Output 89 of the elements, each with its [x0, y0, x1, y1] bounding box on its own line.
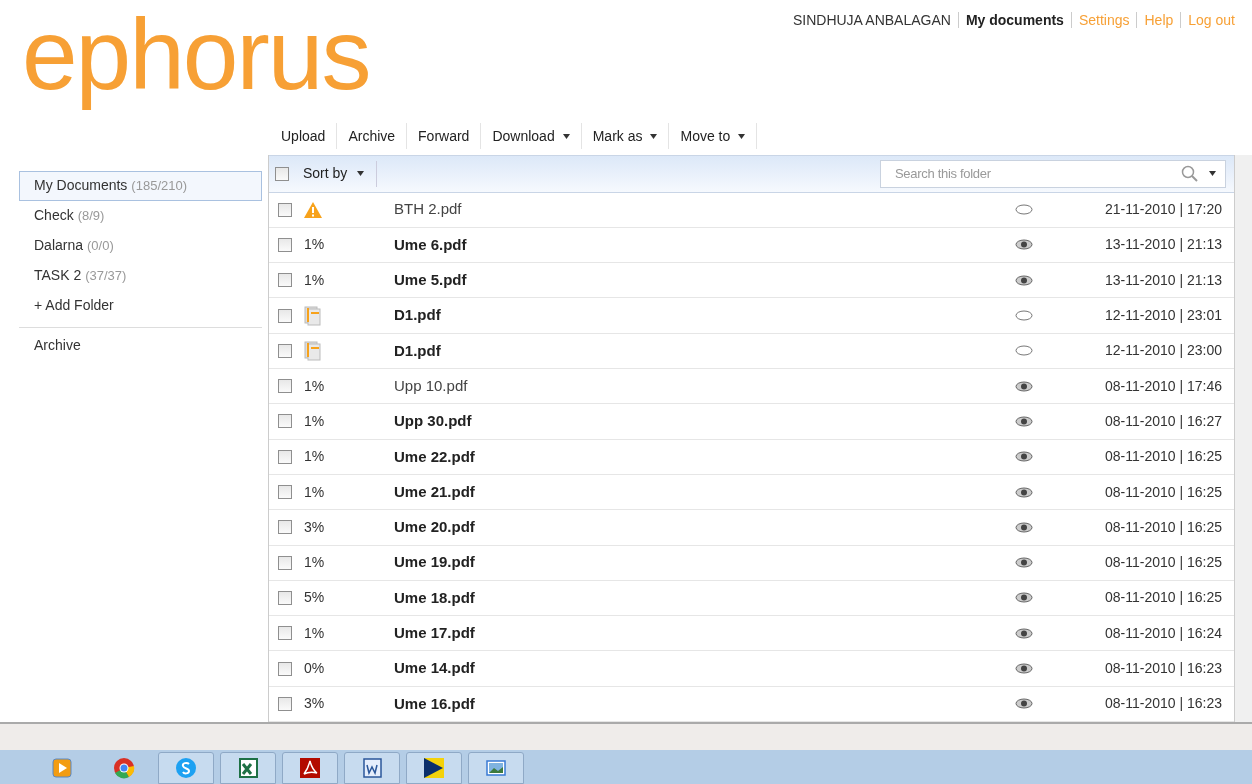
archive-folder[interactable]: Archive [19, 327, 262, 364]
sort-dropdown[interactable]: Sort by [303, 160, 378, 187]
arrow-icon[interactable] [423, 757, 445, 779]
score-text: 1% [304, 411, 325, 431]
date-text: 13-11-2010 | 21:13 [1103, 235, 1222, 255]
toolbar-button[interactable]: Upload [270, 123, 338, 150]
checkbox[interactable] [278, 661, 292, 676]
nav-link[interactable]: My documents [957, 12, 1071, 28]
score-text: 3% [304, 517, 325, 537]
score-text: 1% [304, 623, 325, 643]
checkbox[interactable] [278, 238, 292, 252]
score-text: 5% [304, 588, 325, 608]
score-text: 1% [304, 553, 325, 573]
checkbox[interactable] [278, 414, 292, 429]
checkbox[interactable] [278, 485, 292, 500]
caret-icon [1209, 171, 1216, 177]
checkbox[interactable] [278, 273, 292, 288]
caret-icon [357, 171, 365, 177]
chat-icon[interactable] [175, 757, 197, 779]
file-name[interactable]: Ume 18.pdf [394, 586, 475, 610]
search-icon[interactable] [1181, 164, 1199, 183]
checkbox[interactable] [278, 379, 292, 394]
toolbar-button[interactable]: Move to [669, 123, 758, 150]
file-name[interactable]: Ume 17.pdf [394, 622, 475, 645]
score-text: 1% [304, 235, 325, 255]
date-text: 12-11-2010 | 23:00 [1103, 341, 1222, 361]
user-name: SINDHUJA ANBALAGAN [791, 12, 952, 28]
date-text: 08-11-2010 | 16:23 [1103, 694, 1222, 714]
file-name[interactable]: Ume 19.pdf [394, 551, 475, 574]
warning-icon [304, 201, 322, 218]
checkbox[interactable] [278, 555, 292, 570]
score-text: 1% [304, 482, 325, 502]
file-name[interactable]: D1.pdf [394, 304, 441, 327]
checkbox[interactable] [278, 449, 292, 464]
file-name[interactable]: Ume 21.pdf [394, 480, 475, 504]
image-icon[interactable] [485, 757, 507, 779]
score-text: 1% [304, 270, 325, 290]
toolbar-button[interactable]: Forward [407, 123, 482, 150]
date-text: 08-11-2010 | 16:27 [1103, 411, 1222, 431]
file-name[interactable]: Ume 16.pdf [394, 692, 475, 716]
checkbox[interactable] [278, 696, 292, 711]
folder-item[interactable]: TASK 2 (37/37) [19, 260, 262, 291]
folder-item[interactable]: My Documents (185/210) [19, 170, 262, 201]
checkbox[interactable] [278, 202, 292, 217]
toolbar-button[interactable]: Archive [337, 123, 408, 150]
checkbox[interactable] [278, 520, 292, 535]
score-text: 0% [304, 659, 325, 679]
pdf-icon[interactable] [299, 757, 321, 779]
checkbox[interactable] [278, 626, 292, 641]
file-name[interactable]: Ume 6.pdf [394, 233, 467, 257]
search-field[interactable]: Search this folder [880, 159, 1226, 188]
toolbar-button[interactable]: Mark as [581, 123, 670, 150]
folder-item[interactable]: Check (8/9) [19, 200, 262, 231]
file-name[interactable]: Ume 20.pdf [394, 516, 475, 539]
date-text: 08-11-2010 | 16:24 [1103, 623, 1222, 643]
date-text: 08-11-2010 | 16:25 [1103, 553, 1222, 573]
date-text: 08-11-2010 | 16:25 [1103, 517, 1222, 537]
checkbox[interactable] [278, 343, 292, 358]
toolbar-button[interactable]: Download [481, 123, 582, 150]
file-name[interactable]: Upp 10.pdf [394, 374, 468, 398]
file-name[interactable]: Ume 5.pdf [394, 269, 467, 292]
browser-icon[interactable] [113, 757, 135, 779]
checkbox[interactable] [278, 308, 292, 323]
file-name[interactable]: D1.pdf [394, 339, 441, 363]
score-text: 1% [304, 447, 325, 467]
score-text: 3% [304, 694, 325, 714]
spreadsheet-icon[interactable] [237, 757, 259, 779]
date-text: 08-11-2010 | 17:46 [1103, 376, 1222, 396]
checkbox[interactable] [275, 166, 289, 181]
checkbox[interactable] [278, 590, 292, 605]
file-name[interactable]: Ume 22.pdf [394, 445, 475, 468]
date-text: 08-11-2010 | 16:23 [1103, 659, 1222, 679]
date-text: 21-11-2010 | 17:20 [1103, 200, 1222, 220]
file-name[interactable]: Upp 30.pdf [394, 410, 472, 433]
score-text: 1% [304, 376, 325, 396]
date-text: 13-11-2010 | 21:13 [1103, 270, 1222, 290]
documents-icon [304, 305, 322, 326]
document-icon[interactable] [361, 757, 383, 779]
media-player-icon[interactable] [52, 758, 72, 778]
file-name[interactable]: BTH 2.pdf [394, 198, 462, 221]
add-folder-link[interactable]: + Add Folder [19, 290, 262, 321]
documents-icon [304, 340, 322, 361]
folder-item[interactable]: Dalarna (0/0) [19, 230, 262, 261]
date-text: 08-11-2010 | 16:25 [1103, 447, 1222, 467]
date-text: 12-11-2010 | 23:01 [1103, 306, 1222, 326]
logo: ephorus [21, 0, 370, 112]
file-name[interactable]: Ume 14.pdf [394, 657, 475, 680]
date-text: 08-11-2010 | 16:25 [1103, 588, 1222, 608]
date-text: 08-11-2010 | 16:25 [1103, 482, 1222, 502]
